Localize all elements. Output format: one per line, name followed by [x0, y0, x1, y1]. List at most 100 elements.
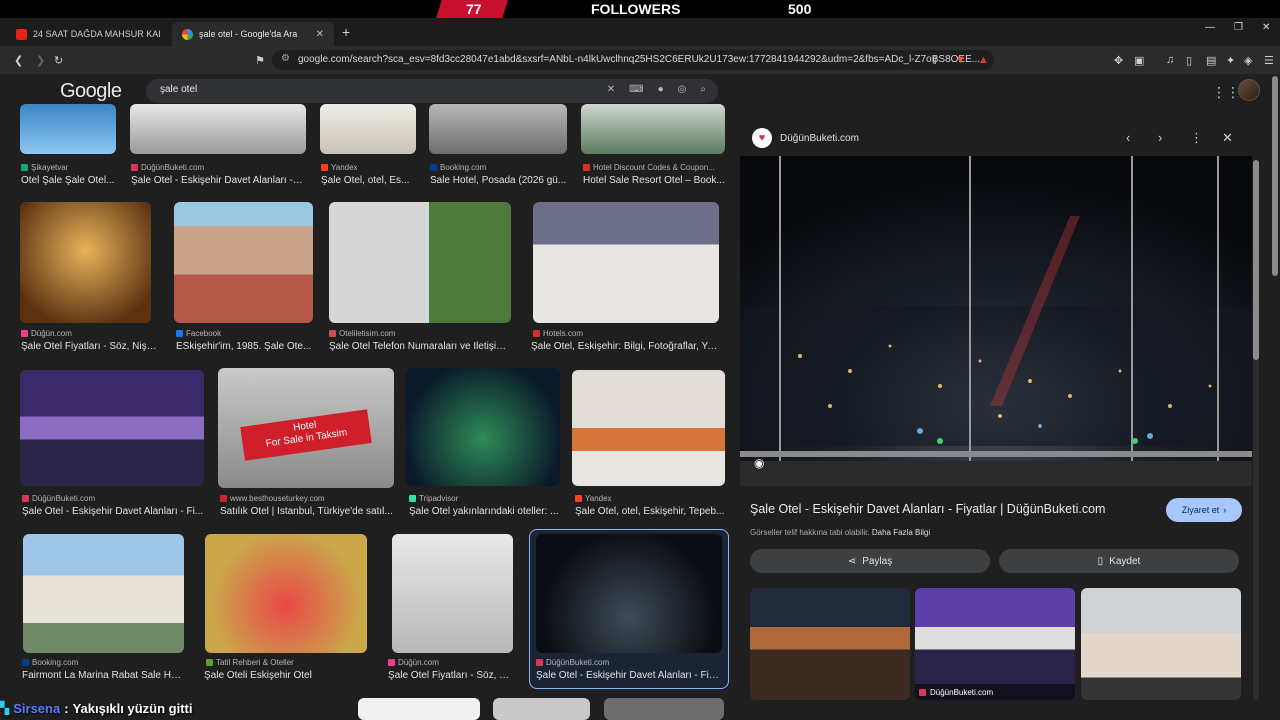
result-source[interactable]: Hotels.com — [533, 329, 719, 338]
google-logo[interactable]: Google — [60, 80, 122, 103]
sidebar-icon[interactable]: ▯ — [1186, 54, 1192, 67]
close-tab-icon[interactable]: ✕ — [316, 29, 324, 40]
result-image[interactable] — [205, 534, 367, 653]
result-title[interactable]: Şale Oteli Eskişehir Otel — [204, 670, 368, 681]
result-source[interactable]: Booking.com — [430, 163, 570, 172]
share-button[interactable]: ⋖ Paylaş — [750, 549, 990, 573]
result-image[interactable] — [604, 698, 724, 720]
result-image[interactable] — [20, 202, 151, 323]
brave-rewards-icon[interactable]: ▲ — [978, 54, 989, 66]
panel-title[interactable]: Şale Otel - Eskişehir Davet Alanları - F… — [750, 502, 1105, 516]
close-panel-icon[interactable]: ✕ — [1222, 130, 1233, 146]
result-image-selected[interactable] — [536, 534, 722, 653]
result-image[interactable] — [174, 202, 313, 323]
url-field[interactable]: ⚙ google.com/search?sca_esv=8fd3cc28047e… — [272, 50, 994, 70]
result-title[interactable]: Sale Hotel, Posada (2026 gü... — [430, 175, 568, 186]
more-options-icon[interactable]: ⋮ — [1190, 130, 1203, 146]
next-icon[interactable]: › — [1158, 130, 1162, 145]
back-icon[interactable]: ❮ — [14, 54, 23, 67]
page-scrollbar[interactable] — [1272, 76, 1278, 276]
result-title[interactable]: ESkişehir'im, 1985. Şale Ote... — [176, 341, 312, 352]
search-input[interactable]: şale otel — [160, 84, 197, 95]
result-image[interactable] — [23, 534, 184, 653]
result-source[interactable]: Tripadvisor — [409, 494, 559, 503]
save-button[interactable]: ▯ Kaydet — [999, 549, 1239, 573]
reload-icon[interactable]: ↻ — [54, 54, 63, 67]
leo-ai-icon[interactable]: ✦ — [1226, 54, 1235, 67]
previous-icon[interactable]: ‹ — [1126, 130, 1130, 145]
result-title[interactable]: Şale Otel - Eskişehir Davet Alanları - F… — [22, 506, 206, 517]
result-source[interactable]: Şikayetvar — [21, 163, 121, 172]
related-image[interactable] — [750, 588, 910, 700]
result-image[interactable] — [329, 202, 511, 323]
screenshot-icon[interactable]: ▣ — [1134, 54, 1144, 67]
result-image[interactable] — [572, 370, 725, 486]
result-image[interactable] — [20, 104, 116, 154]
result-source[interactable]: Yandex — [321, 163, 416, 172]
related-image[interactable]: DüğünBuketi.com — [915, 588, 1075, 700]
lens-search-icon[interactable]: ◉ — [754, 456, 764, 470]
more-info-link[interactable]: Daha Fazla Bilgi — [872, 528, 930, 537]
google-apps-icon[interactable]: ⋮⋮ — [1212, 84, 1240, 101]
search-icon[interactable]: ⌕ — [700, 84, 706, 95]
new-tab-icon[interactable]: + — [342, 24, 350, 40]
result-source[interactable]: Hotel Discount Codes & Coupon... — [583, 163, 725, 172]
result-title[interactable]: Satılık Otel | İstanbul, Türkiye'de satı… — [220, 506, 396, 517]
result-source[interactable]: Düğün.com — [388, 658, 513, 667]
result-image[interactable] — [533, 202, 719, 323]
result-source[interactable]: DüğünBuketi.com — [131, 163, 301, 172]
keyboard-icon[interactable]: ⌨ — [629, 84, 643, 95]
result-image[interactable] — [429, 104, 567, 154]
result-source[interactable]: DüğünBuketi.com — [536, 658, 722, 667]
vpn-icon[interactable]: ◈ — [1244, 54, 1252, 67]
result-image[interactable] — [392, 534, 513, 653]
voice-search-icon[interactable]: ● — [658, 84, 664, 95]
result-image[interactable]: Hotel For Sale in Taksim — [218, 368, 394, 488]
extensions-icon[interactable]: ✥ — [1114, 54, 1123, 67]
result-source[interactable]: Oteliletisim.com — [329, 329, 509, 338]
result-image[interactable] — [20, 370, 204, 486]
result-source[interactable]: Tatil Rehberi & Oteller — [206, 658, 368, 667]
result-title[interactable]: Hotel Sale Resort Otel – Book... — [583, 175, 725, 186]
share-page-icon[interactable]: ⇪ — [930, 54, 939, 67]
result-title[interactable]: Şale Otel yakınlarındaki oteller: ... — [409, 506, 561, 517]
wallet-icon[interactable]: ▤ — [1206, 54, 1216, 67]
result-source[interactable]: Düğün.com — [21, 329, 151, 338]
minimize-icon[interactable]: — — [1205, 22, 1215, 33]
search-box[interactable]: şale otel ✕ ⌨ ● ◎ ⌕ — [146, 79, 718, 103]
result-image[interactable] — [581, 104, 725, 154]
result-title[interactable]: Şale Otel, otel, Es... — [321, 175, 417, 186]
result-title[interactable]: Fairmont La Marina Rabat Sale Hot... — [22, 670, 184, 681]
result-source[interactable]: www.besthouseturkey.com — [220, 494, 396, 503]
panel-scrollbar-thumb[interactable] — [1253, 160, 1259, 360]
result-source[interactable]: DüğünBuketi.com — [22, 494, 202, 503]
tab-google-search[interactable]: şale otel - Google'da Ara ✕ — [172, 22, 334, 46]
result-source[interactable]: Facebook — [176, 329, 311, 338]
result-title[interactable]: Şale Otel Telefon Numaraları ve İletişim… — [329, 341, 513, 352]
lens-icon[interactable]: ◎ — [678, 84, 687, 95]
panel-scrollbar[interactable] — [1253, 160, 1259, 700]
result-image[interactable] — [406, 368, 560, 486]
tab-youtube[interactable]: 24 SAAT DAĞDA MAHSUR KALMAK — [6, 22, 170, 46]
result-image[interactable] — [358, 698, 480, 720]
result-image[interactable] — [320, 104, 416, 154]
result-title[interactable]: Şale Otel Fiyatları - Söz, Nişa... — [21, 341, 159, 352]
result-source[interactable]: Yandex — [575, 494, 725, 503]
related-image[interactable] — [1081, 588, 1241, 700]
result-source[interactable]: Booking.com — [22, 658, 182, 667]
clear-search-icon[interactable]: ✕ — [607, 84, 615, 95]
avatar[interactable] — [1238, 79, 1260, 101]
result-title[interactable]: Şale Otel Fiyatları - Söz, Ni... — [388, 670, 514, 681]
result-image[interactable] — [130, 104, 306, 154]
preview-image[interactable]: ◉ — [740, 156, 1252, 486]
site-info-icon[interactable]: ⚙ — [281, 53, 290, 64]
visit-button[interactable]: Ziyaret et › — [1166, 498, 1242, 522]
result-title[interactable]: Şale Otel, Eskişehir: Bilgi, Fotoğraflar… — [531, 341, 719, 352]
result-title[interactable]: Şale Otel, otel, Eskişehir, Tepeb... — [575, 506, 725, 517]
result-image[interactable] — [493, 698, 590, 720]
panel-source-header[interactable]: ♥ DüğünBuketi.com — [752, 128, 859, 148]
restore-icon[interactable]: ❐ — [1234, 22, 1243, 33]
brave-shield-icon[interactable]: ▼ — [955, 54, 966, 66]
result-title[interactable]: Şale Otel - Eskişehir Davet Alanları - .… — [131, 175, 303, 186]
window-close-icon[interactable]: ✕ — [1262, 22, 1270, 33]
